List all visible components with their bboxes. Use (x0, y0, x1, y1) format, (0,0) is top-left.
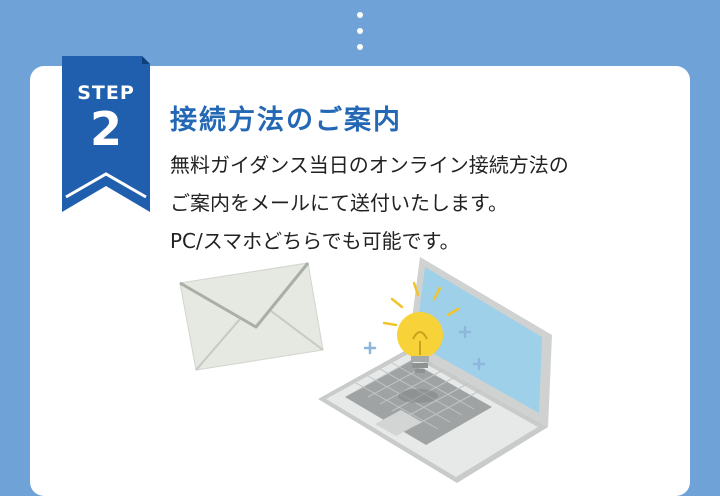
step-badge: STEP 2 (62, 56, 150, 212)
description-line: 無料ガイダンス当日のオンライン接続方法の (170, 153, 569, 177)
connector-dot (357, 28, 363, 34)
description-line: ご案内をメールにて送付いたします。 (170, 191, 508, 215)
description: 無料ガイダンス当日のオンライン接続方法の ご案内をメールにて送付いたします。 P… (170, 146, 680, 260)
step-label: STEP (77, 82, 135, 104)
page-title: 接続方法のご案内 (170, 105, 402, 136)
envelope-icon (179, 262, 324, 371)
illustration (179, 257, 552, 483)
step-connector-dots (357, 12, 363, 60)
connector-dot (357, 12, 363, 18)
connector-dot (357, 44, 363, 50)
laptop-icon (318, 257, 552, 483)
step-number: 2 (89, 102, 122, 156)
